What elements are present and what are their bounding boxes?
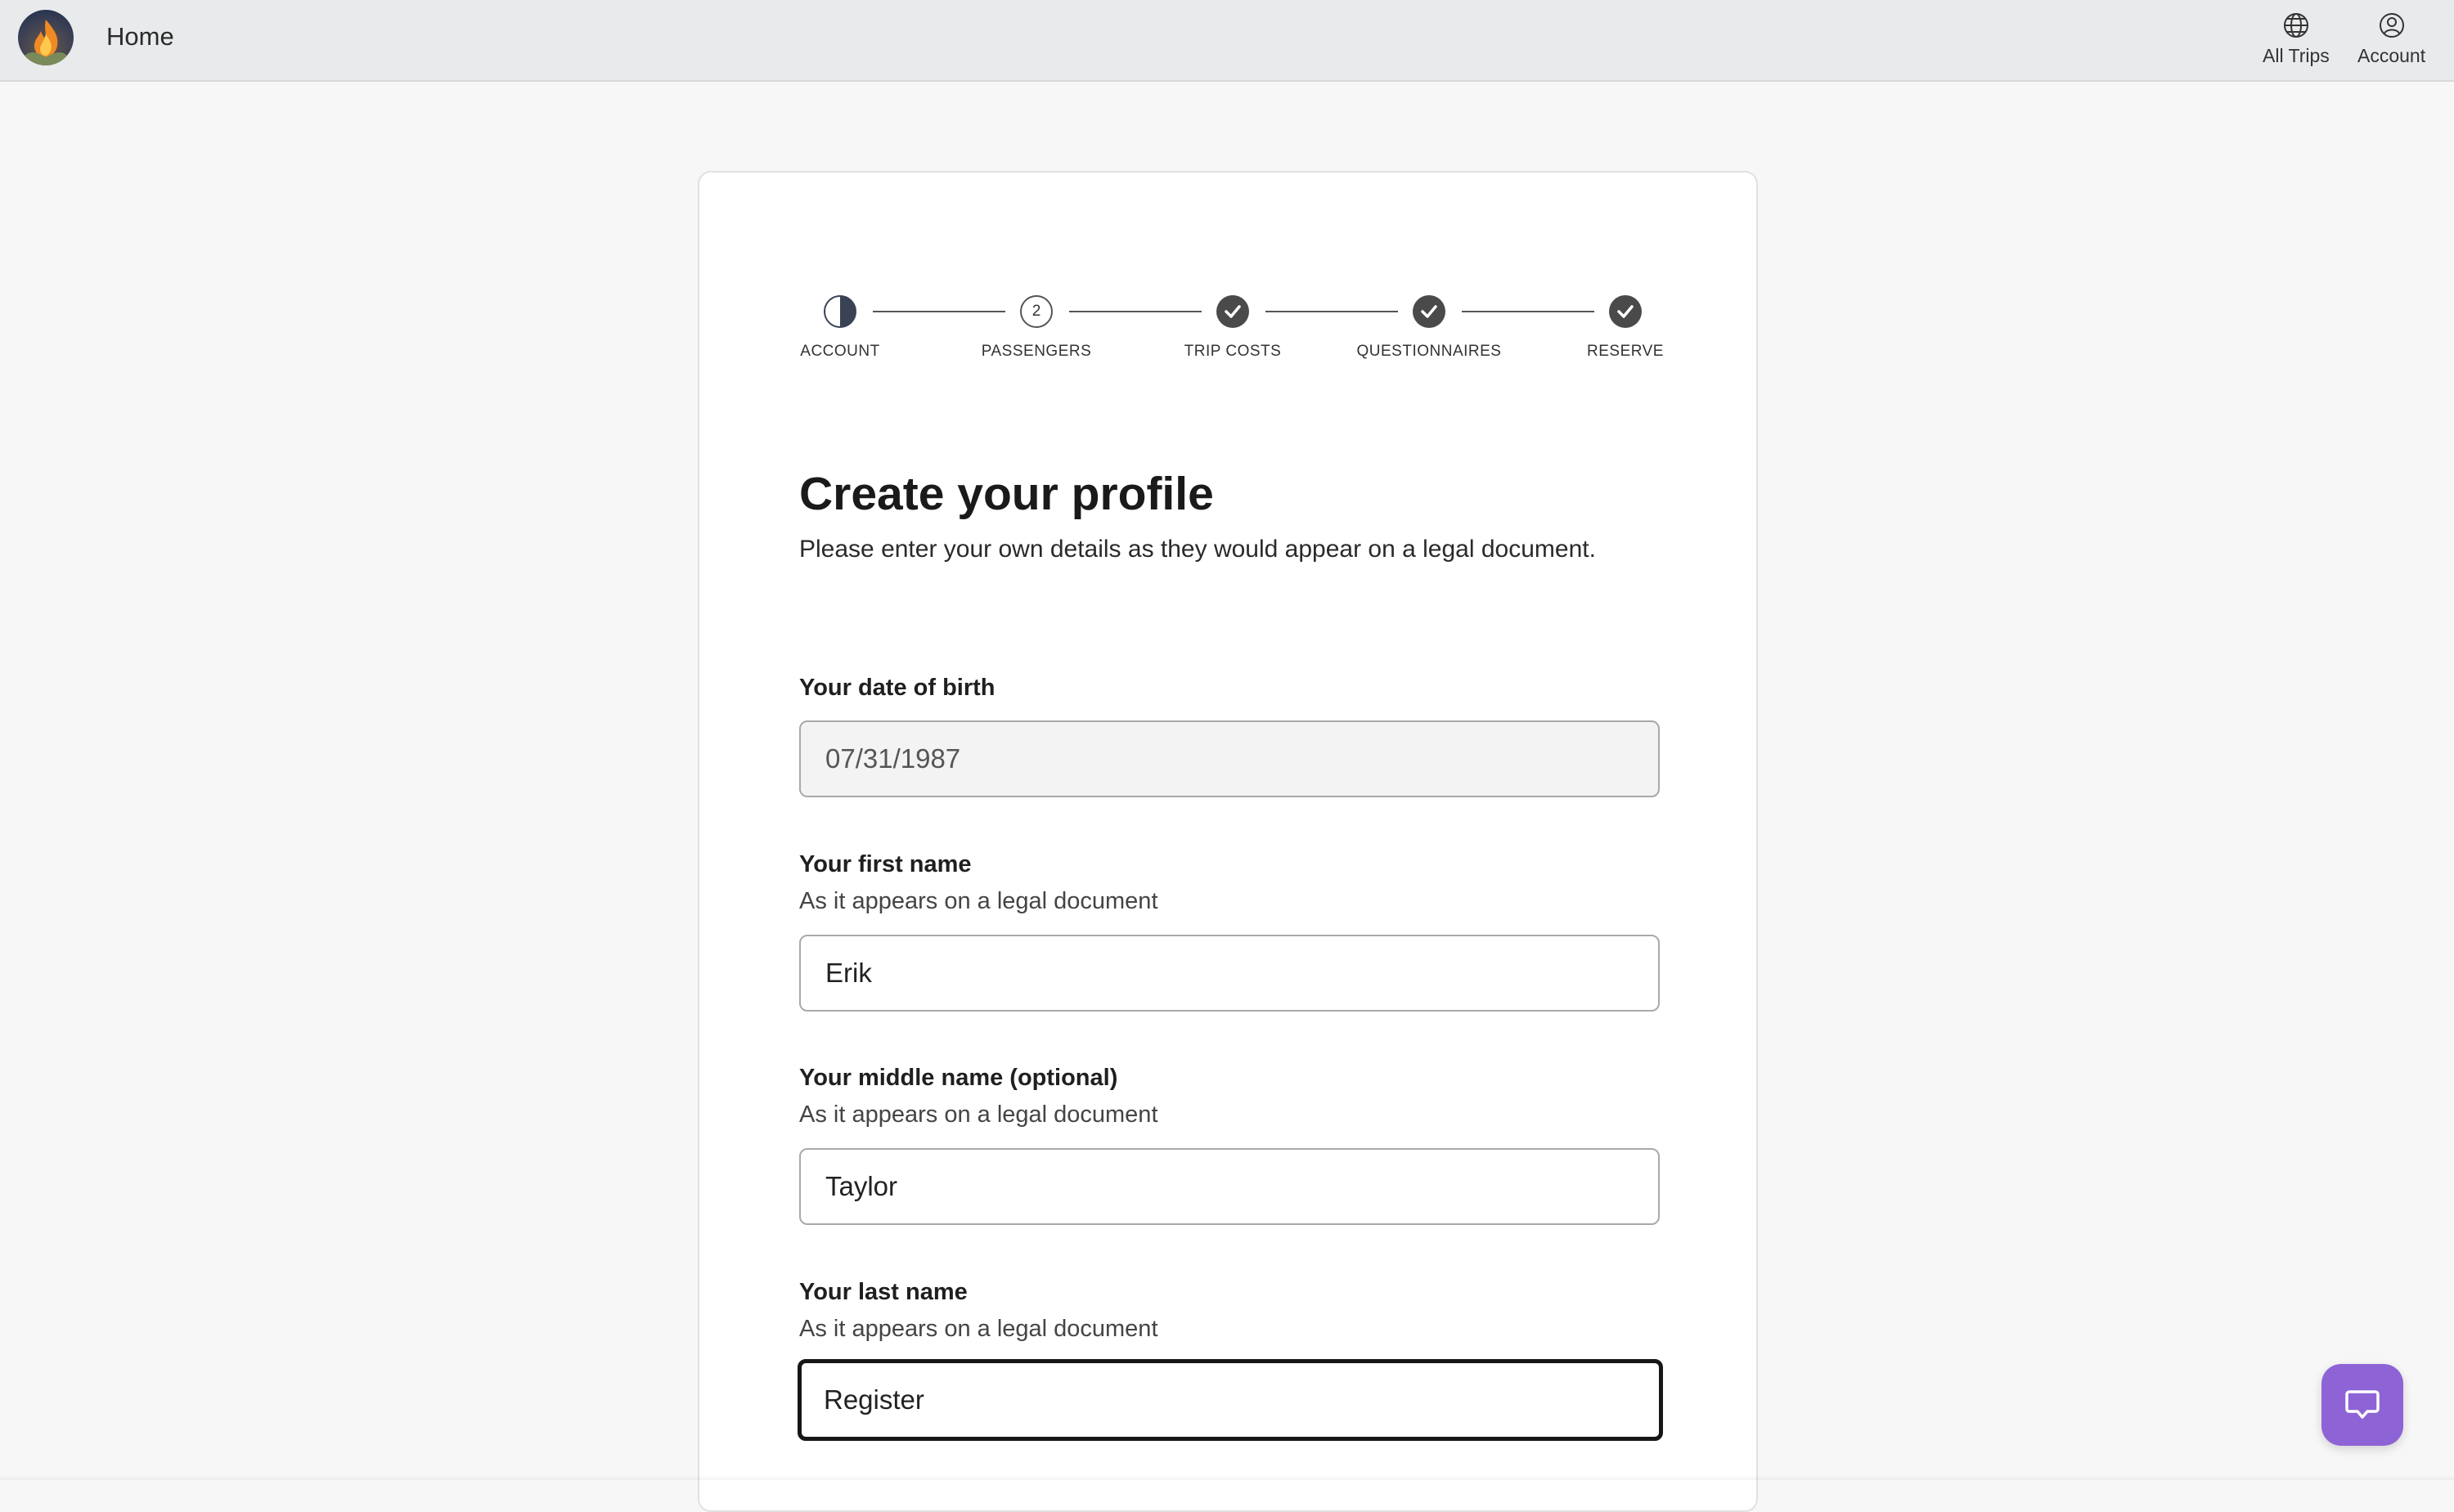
nav-all-trips-label: All Trips — [2263, 45, 2330, 66]
page-subtitle: Please enter your own details as they wo… — [799, 536, 1596, 563]
profile-card: ACCOUNT 2 PASSENGERS TRIP COSTS QUESTION… — [698, 171, 1758, 1512]
dob-label: Your date of birth — [799, 675, 996, 701]
first-name-label: Your first name — [799, 851, 972, 877]
nav-account-label: Account — [2357, 45, 2426, 66]
bottom-shadow — [0, 1475, 2454, 1480]
step-trip-costs-check-icon[interactable] — [1216, 295, 1249, 328]
dob-field[interactable] — [799, 720, 1660, 797]
last-name-hint: As it appears on a legal document — [799, 1316, 1158, 1342]
page-title: Create your profile — [799, 468, 1214, 520]
globe-icon — [2282, 11, 2310, 43]
step-connector — [1265, 311, 1398, 312]
middle-name-field[interactable] — [799, 1148, 1660, 1225]
step-account-label: ACCOUNT — [800, 343, 880, 360]
progress-stepper: ACCOUNT 2 PASSENGERS TRIP COSTS QUESTION… — [699, 173, 1760, 385]
first-name-hint: As it appears on a legal document — [799, 888, 1158, 914]
step-reserve-label: RESERVE — [1587, 343, 1664, 360]
home-link[interactable]: Home — [106, 22, 174, 52]
step-questionnaires-label: QUESTIONNAIRES — [1356, 343, 1502, 360]
user-circle-icon — [2378, 11, 2406, 43]
step-questionnaires-check-icon[interactable] — [1413, 295, 1445, 328]
first-name-field[interactable] — [799, 935, 1660, 1012]
step-connector — [1462, 311, 1594, 312]
step-trip-costs-label: TRIP COSTS — [1184, 343, 1282, 360]
step-passengers-number[interactable]: 2 — [1020, 295, 1053, 328]
middle-name-label: Your middle name (optional) — [799, 1065, 1118, 1091]
nav-all-trips[interactable]: All Trips — [2263, 11, 2330, 67]
step-connector — [1069, 311, 1202, 312]
chat-support-button[interactable] — [2321, 1364, 2403, 1446]
top-navigation-bar: Home All Trips Account — [0, 0, 2454, 82]
chat-bubble-icon — [2343, 1384, 2382, 1427]
middle-name-hint: As it appears on a legal document — [799, 1101, 1158, 1128]
last-name-label: Your last name — [799, 1279, 968, 1305]
step-passengers-label: PASSENGERS — [981, 343, 1092, 360]
nav-account[interactable]: Account — [2357, 11, 2425, 67]
last-name-field[interactable] — [798, 1359, 1663, 1441]
brand-logo[interactable] — [18, 10, 74, 65]
step-account-half-circle-icon[interactable] — [824, 295, 856, 328]
step-reserve-check-icon[interactable] — [1609, 295, 1642, 328]
step-connector — [873, 311, 1005, 312]
